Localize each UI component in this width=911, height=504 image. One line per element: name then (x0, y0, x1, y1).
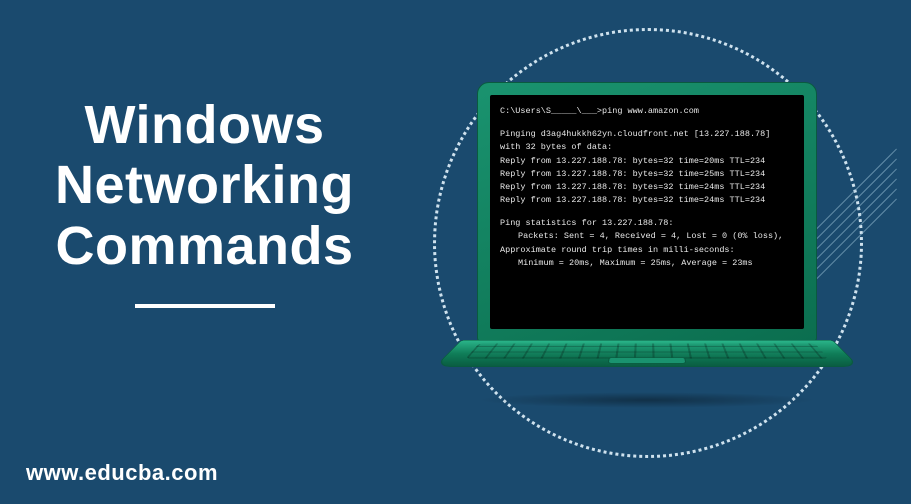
page-title: Windows Networking Commands (55, 95, 354, 276)
terminal-prompt: C:\Users\S_____\___>ping www.amazon.com (500, 105, 794, 118)
title-line-3: Commands (55, 216, 354, 276)
terminal-stats-header: Ping statistics for 13.227.188.78: (500, 217, 794, 230)
laptop-lid: C:\Users\S_____\___>ping www.amazon.com … (477, 82, 817, 342)
laptop-base-inner (434, 340, 859, 367)
title-block: Windows Networking Commands (55, 95, 354, 308)
title-underline (135, 304, 275, 308)
terminal-reply-2: Reply from 13.227.188.78: bytes=32 time=… (500, 168, 794, 181)
terminal-stats-packets: Packets: Sent = 4, Received = 4, Lost = … (500, 230, 794, 243)
laptop-keyboard (466, 344, 828, 359)
terminal-rt-header: Approximate round trip times in milli-se… (500, 244, 794, 257)
laptop-shadow (477, 392, 817, 408)
terminal-ping-block: Pinging d3ag4hukkh62yn.cloudfront.net [1… (500, 128, 794, 207)
terminal-reply-3: Reply from 13.227.188.78: bytes=32 time=… (500, 181, 794, 194)
laptop-base (461, 340, 833, 386)
watermark-url: www.educba.com (26, 460, 218, 486)
terminal-rt-values: Minimum = 20ms, Maximum = 25ms, Average … (500, 257, 794, 270)
terminal-pinging-line: Pinging d3ag4hukkh62yn.cloudfront.net [1… (500, 128, 794, 154)
terminal-reply-4: Reply from 13.227.188.78: bytes=32 time=… (500, 194, 794, 207)
title-line-2: Networking (55, 155, 354, 215)
laptop-illustration: C:\Users\S_____\___>ping www.amazon.com … (461, 82, 833, 408)
laptop-touchpad (608, 357, 687, 363)
terminal-stats-block: Ping statistics for 13.227.188.78: Packe… (500, 217, 794, 270)
title-line-1: Windows (55, 95, 354, 155)
terminal-reply-1: Reply from 13.227.188.78: bytes=32 time=… (500, 155, 794, 168)
terminal-screen: C:\Users\S_____\___>ping www.amazon.com … (490, 95, 804, 329)
